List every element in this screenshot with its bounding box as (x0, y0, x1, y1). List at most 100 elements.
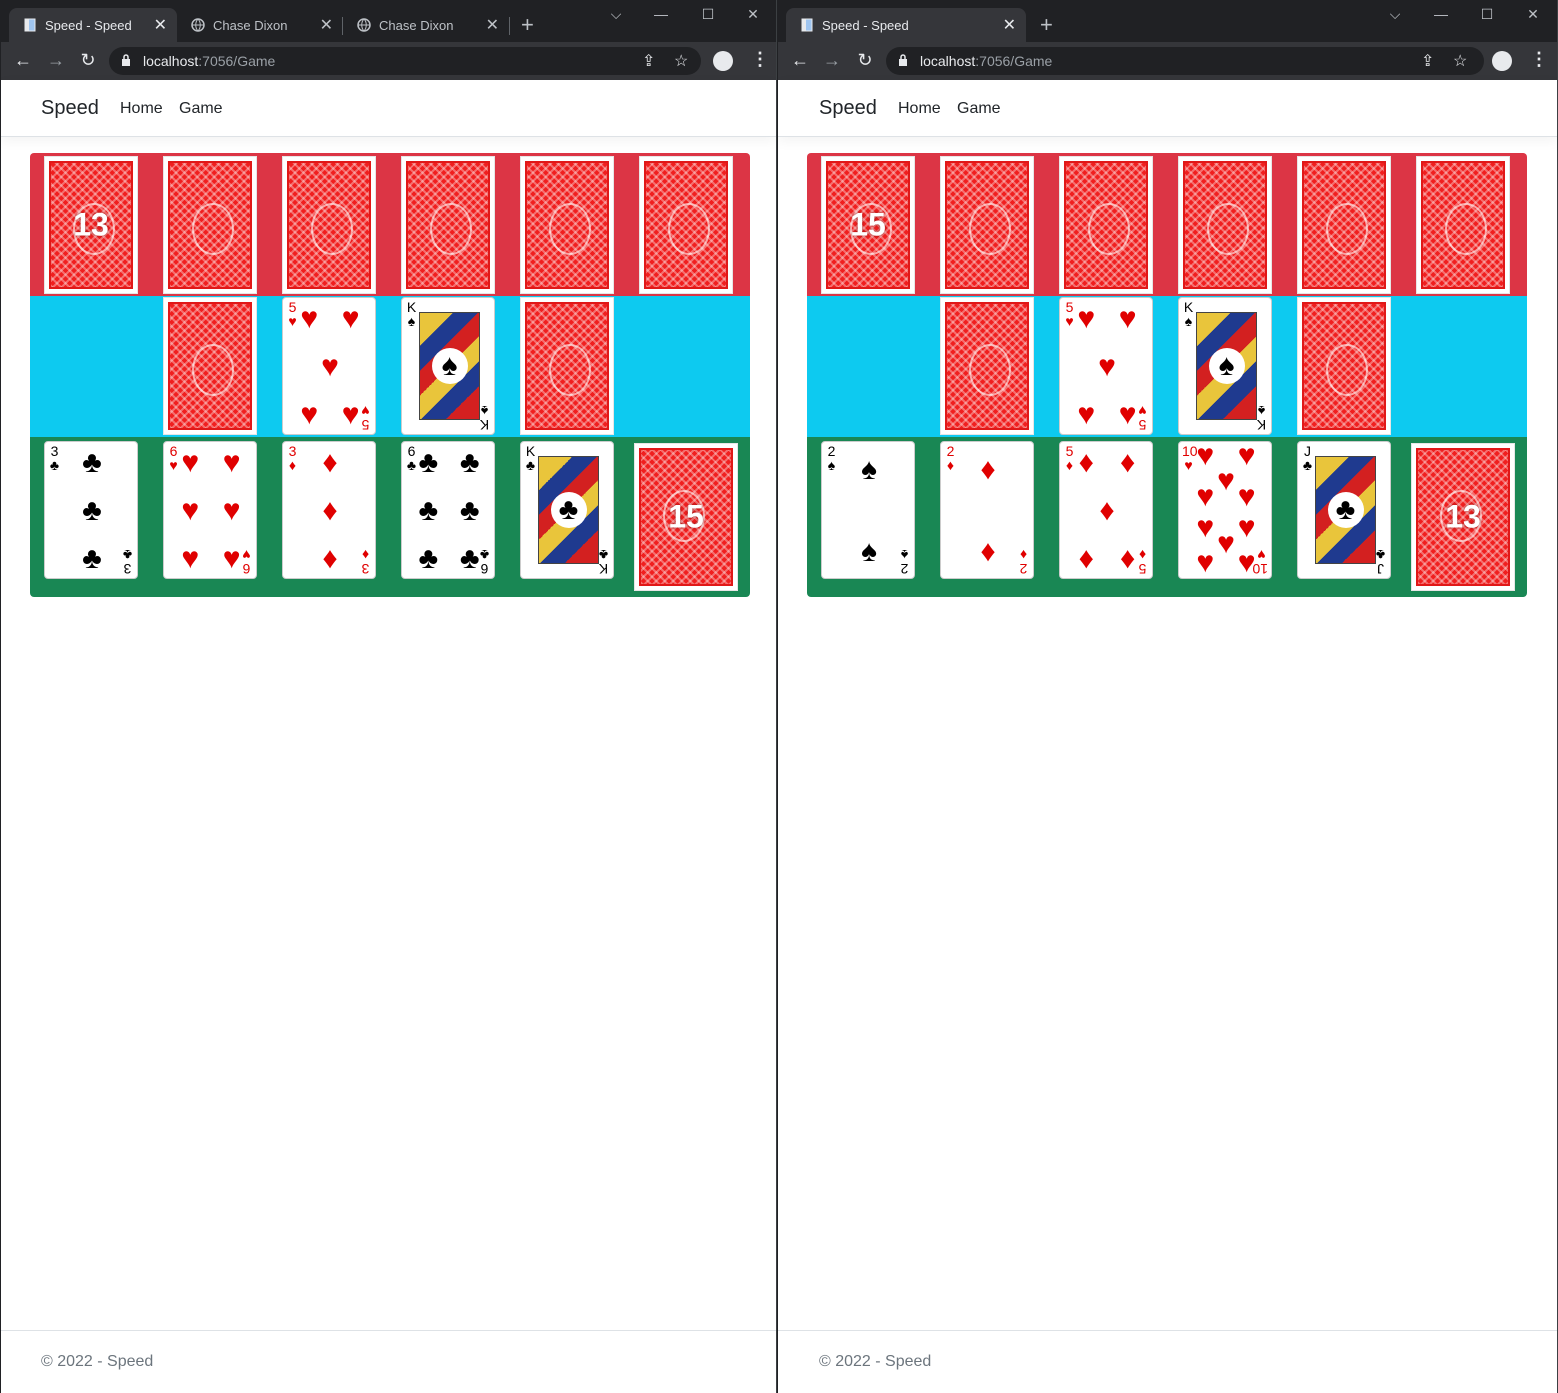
card-rank: K (525, 443, 536, 459)
minimize-icon[interactable]: — (646, 6, 676, 22)
middle-pile-card[interactable] (520, 297, 614, 435)
playing-card[interactable]: 5 ♥ 5 ♥ ♥ ♥ ♥ ♥ ♥ (282, 297, 376, 435)
opponent-card[interactable]: 13 (44, 156, 138, 294)
court-suit-icon: ♣ (550, 492, 587, 528)
card-back-pattern (1302, 302, 1386, 430)
site-navbar: Speed Home Game (778, 80, 1557, 137)
brand-link[interactable]: Speed (819, 97, 877, 120)
menu-dots-icon[interactable]: ⋮ (1530, 49, 1548, 70)
middle-pile-card[interactable] (940, 297, 1034, 435)
suit-pip-icon: ♥ (181, 542, 200, 576)
card-index-top: 3 ♦ (286, 444, 299, 472)
menu-dots-icon[interactable]: ⋮ (751, 49, 769, 70)
bookmark-star-icon[interactable]: ☆ (1453, 51, 1467, 71)
playing-card[interactable]: 3 ♦ 3 ♦ ♦ ♦ ♦ (282, 441, 376, 579)
card-back-pattern (168, 161, 252, 289)
nav-game[interactable]: Game (957, 100, 1001, 118)
card-index-bottom: 3 ♦ (359, 547, 372, 577)
playing-card[interactable]: K ♣ K ♣ ♣ (520, 441, 614, 579)
playing-card[interactable]: 6 ♥ 6 ♥ ♥ ♥ ♥ ♥ ♥ ♥ (163, 441, 257, 579)
nav-home[interactable]: Home (120, 100, 163, 118)
tab-speed[interactable]: Speed - Speed ✕ (786, 8, 1026, 42)
tab-chase-dixon-1[interactable]: Chase Dixon ✕ (177, 8, 343, 42)
card-rank: K (598, 561, 609, 577)
close-window-icon[interactable]: ✕ (1518, 6, 1548, 23)
tab-chase-dixon-2[interactable]: Chase Dixon ✕ (343, 8, 509, 42)
playing-card[interactable]: 2 ♠ 2 ♠ ♠ ♠ (821, 441, 915, 579)
close-window-icon[interactable]: ✕ (738, 6, 768, 23)
card-back-pattern (287, 161, 371, 289)
card-back-pattern (406, 161, 490, 289)
close-tab-icon[interactable]: ✕ (1003, 15, 1016, 35)
middle-pile-card[interactable] (163, 297, 257, 435)
new-tab-icon[interactable]: + (521, 12, 534, 38)
card-index-top: K ♠ (1182, 300, 1195, 328)
opponent-card[interactable] (1178, 156, 1272, 294)
maximize-icon[interactable]: ☐ (1472, 6, 1502, 23)
close-tab-icon[interactable]: ✕ (320, 15, 333, 35)
opponent-card[interactable]: 15 (821, 156, 915, 294)
tab-search-icon[interactable]: ⌵ (1380, 6, 1410, 23)
playing-card[interactable]: K ♠ K ♠ ♠ (1178, 297, 1272, 435)
card-index-bottom: 3 ♣ (121, 547, 134, 577)
playing-card[interactable]: J ♣ J ♣ ♣ (1297, 441, 1391, 579)
suit-pip-icon: ♥ (1237, 480, 1256, 514)
opponent-card[interactable] (1059, 156, 1153, 294)
opponent-card[interactable] (1416, 156, 1510, 294)
nav-game[interactable]: Game (179, 100, 223, 118)
suit-pip-icon: ♥ (1196, 546, 1215, 580)
card-suit-icon: ♣ (122, 547, 133, 563)
suit-pip-icon: ♥ (1077, 398, 1096, 432)
opponent-card[interactable] (163, 156, 257, 294)
card-index-top: K ♠ (405, 300, 418, 328)
brand-link[interactable]: Speed (41, 97, 99, 120)
playing-card[interactable]: 10 ♥ 10 ♥ ♥ ♥ ♥ ♥ ♥ ♥ ♥ ♥ ♥ ♥ (1178, 440, 1272, 580)
forward-arrow-icon[interactable]: → (821, 50, 843, 70)
opponent-card[interactable] (940, 156, 1034, 294)
card-rank: 3 (361, 561, 370, 577)
maximize-icon[interactable]: ☐ (693, 6, 723, 23)
opponent-card[interactable] (520, 156, 614, 294)
reload-icon[interactable]: ↻ (77, 50, 99, 70)
card-back-pattern (945, 302, 1029, 430)
tab-search-icon[interactable]: ⌵ (601, 6, 631, 23)
back-arrow-icon[interactable]: ← (789, 50, 811, 70)
playing-card[interactable]: 2 ♦ 2 ♦ ♦ ♦ (940, 441, 1034, 579)
opponent-card[interactable] (401, 156, 495, 294)
playing-card[interactable]: K ♠ K ♠ ♠ (401, 297, 495, 435)
card-index-top: J ♣ (1301, 444, 1314, 472)
back-arrow-icon[interactable]: ← (12, 50, 34, 70)
share-icon[interactable]: ⇪ (642, 51, 655, 71)
lock-icon (122, 54, 130, 66)
close-tab-icon[interactable]: ✕ (154, 15, 167, 35)
profile-avatar-icon[interactable] (713, 51, 733, 71)
playing-card[interactable]: 6 ♣ 6 ♣ ♣ ♣ ♣ ♣ ♣ ♣ (401, 441, 495, 579)
opponent-card[interactable] (639, 156, 733, 294)
address-bar[interactable]: localhost:7056/Game ⇪ ☆ (109, 47, 701, 75)
middle-pile-card[interactable] (1297, 297, 1391, 435)
bookmark-star-icon[interactable]: ☆ (674, 51, 688, 71)
player-draw-pile[interactable]: 15 (634, 443, 738, 591)
opponent-card[interactable] (1297, 156, 1391, 294)
reload-icon[interactable]: ↻ (854, 50, 876, 70)
footer-text: © 2022 - Speed (819, 1353, 932, 1370)
share-icon[interactable]: ⇪ (1421, 51, 1434, 71)
forward-arrow-icon[interactable]: → (45, 50, 67, 70)
close-tab-icon[interactable]: ✕ (486, 15, 499, 35)
new-tab-icon[interactable]: + (1040, 12, 1053, 38)
profile-avatar-icon[interactable] (1492, 51, 1512, 71)
tab-speed[interactable]: Speed - Speed ✕ (9, 8, 177, 42)
nav-home[interactable]: Home (898, 100, 941, 118)
card-rank: 3 (123, 561, 132, 577)
card-suit-icon: ♣ (49, 457, 60, 473)
opponent-card[interactable] (282, 156, 376, 294)
playing-card[interactable]: 3 ♣ 3 ♣ ♣ ♣ ♣ (44, 441, 138, 579)
minimize-icon[interactable]: — (1426, 6, 1456, 22)
address-bar[interactable]: localhost:7056/Game ⇪ ☆ (886, 47, 1484, 75)
court-figure-icon: ♣ (538, 456, 599, 564)
globe-icon (357, 18, 371, 32)
playing-card[interactable]: 5 ♥ 5 ♥ ♥ ♥ ♥ ♥ ♥ (1059, 297, 1153, 435)
player-draw-pile[interactable]: 13 (1411, 443, 1515, 591)
card-rank: 3 (288, 443, 297, 459)
playing-card[interactable]: 5 ♦ 5 ♦ ♦ ♦ ♦ ♦ ♦ (1059, 441, 1153, 579)
